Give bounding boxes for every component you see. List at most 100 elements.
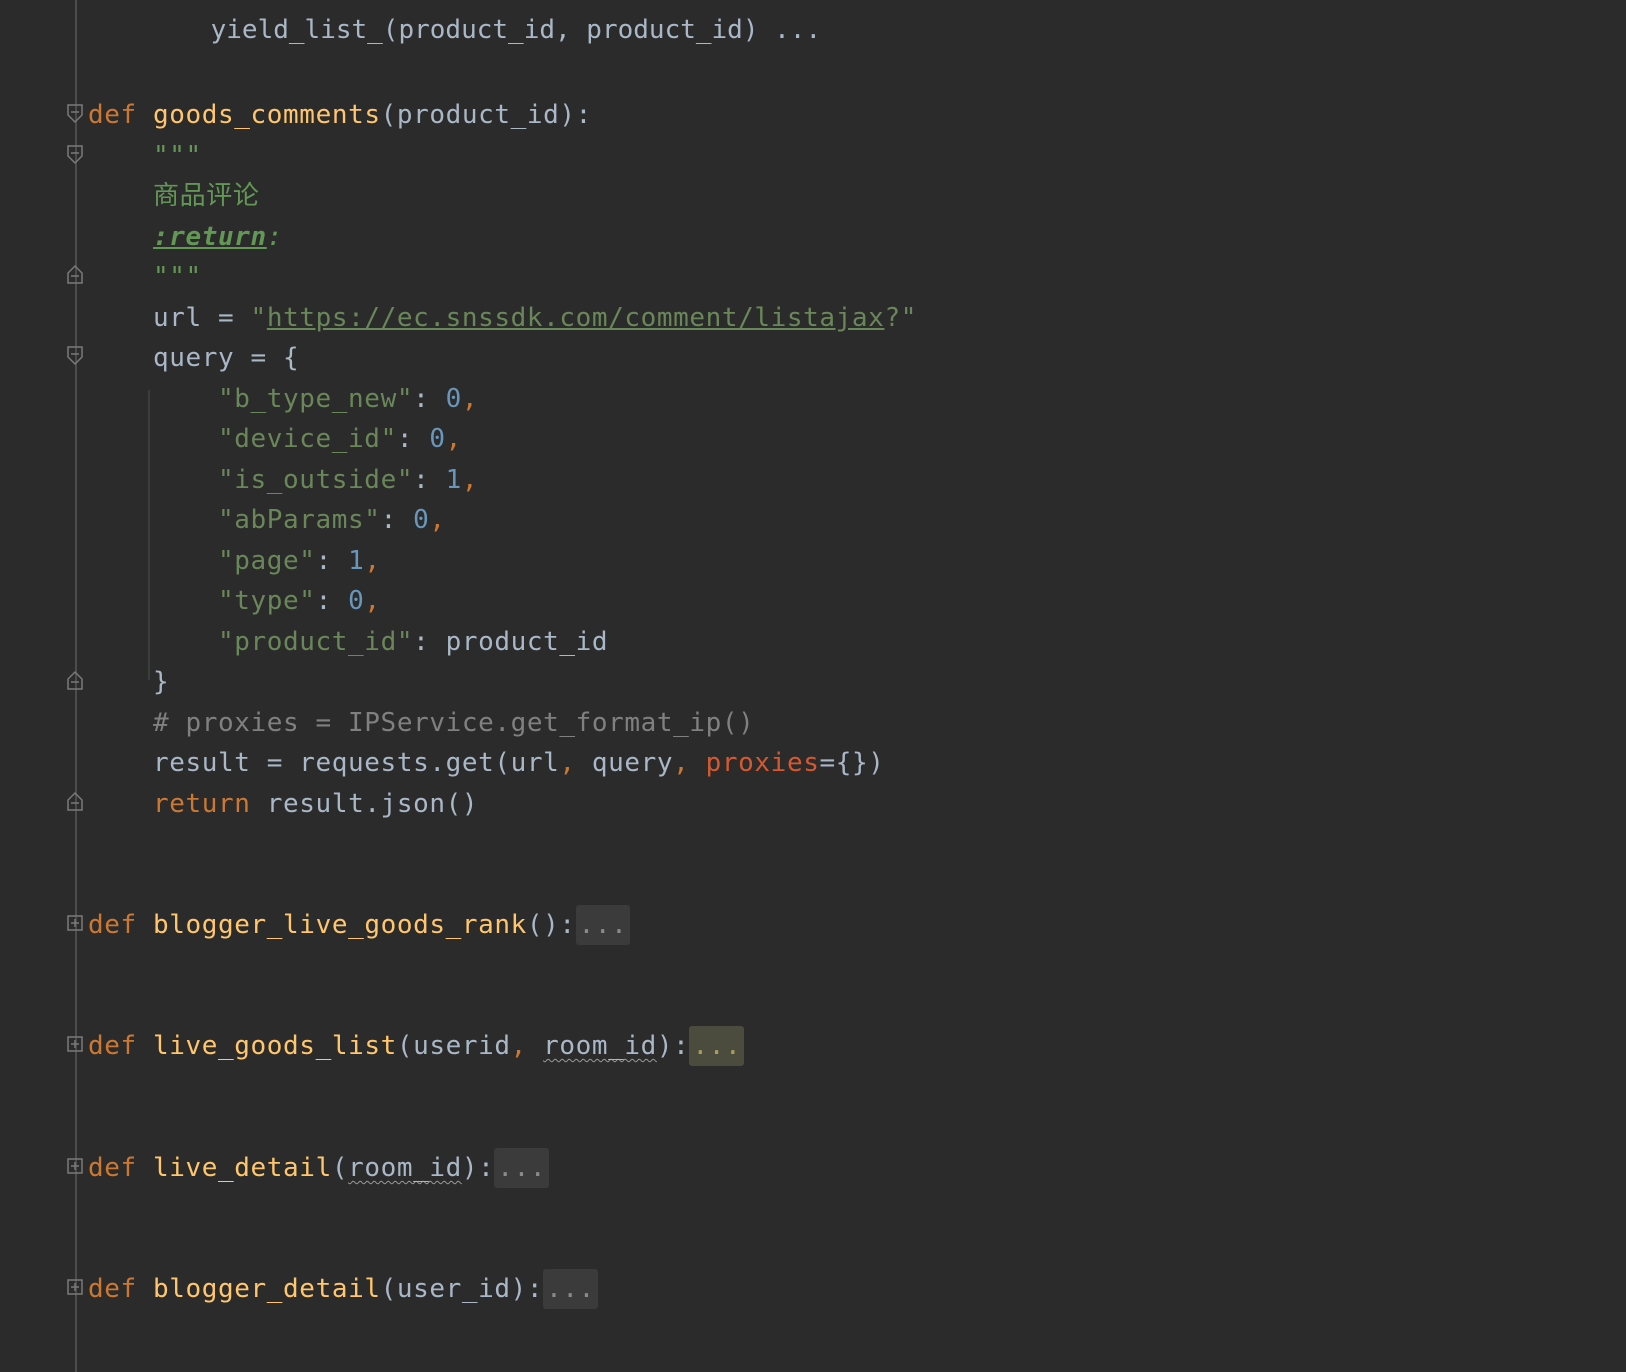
dict-value: product_id [445, 627, 609, 657]
signature: (): [526, 910, 576, 940]
string-quote: " [250, 303, 267, 333]
def-keyword: def [88, 1153, 137, 1183]
fold-expand-icon[interactable] [67, 1036, 83, 1056]
code-line-doc-close[interactable]: """ [88, 257, 202, 297]
code-line-query-open[interactable]: query = { [88, 338, 299, 378]
dict-close: } [153, 667, 170, 697]
docstring-return-tag: :return [153, 222, 267, 252]
dict-value: 0 [445, 384, 462, 414]
dict-open: = { [234, 343, 300, 373]
code-line-def-goods-comments[interactable]: def goods_comments(product_id): [88, 95, 592, 135]
collapsed-body-ellipsis[interactable]: ... [543, 1269, 598, 1309]
fold-collapse-icon[interactable] [67, 145, 83, 165]
fold-collapse-icon[interactable] [67, 346, 83, 366]
comma: , [559, 748, 592, 778]
code-line-doc-open[interactable]: """ [88, 136, 202, 176]
code-line-query-item[interactable]: "product_id": product_id [88, 622, 608, 662]
function-name: live_goods_list [153, 1031, 397, 1061]
fold-collapse-icon[interactable] [67, 104, 83, 124]
function-name: goods_comments [153, 100, 381, 130]
signature-close: ): [656, 1031, 690, 1061]
dict-value: 1 [445, 465, 462, 495]
signature: (userid, [396, 1031, 544, 1061]
function-params: product_id [396, 100, 560, 130]
comma: , [461, 465, 479, 495]
docstring-text: 商品评论 [153, 181, 260, 211]
partial-top-line: yield_list_(product_id, product_id) ... [148, 0, 821, 45]
code-line-query-item[interactable]: "device_id": 0, [88, 419, 462, 459]
code-line-comment[interactable]: # proxies = IPService.get_format_ip() [88, 703, 754, 743]
def-keyword: def [88, 1274, 137, 1304]
docstring-open: """ [153, 141, 202, 171]
unused-param-warning[interactable]: room_id [348, 1153, 462, 1183]
code-line-query-close[interactable]: } [88, 662, 169, 702]
signature-close: ): [559, 100, 592, 130]
dict-value: 0 [413, 505, 430, 535]
fold-end-icon[interactable] [67, 791, 83, 811]
collapsed-body-ellipsis[interactable]: ... [575, 905, 631, 945]
code-line-def-blogger-detail[interactable]: def blogger_detail(user_id):... [88, 1269, 598, 1309]
signature: ( [331, 1153, 349, 1183]
signature: (user_id): [380, 1274, 544, 1304]
code-line-doc-text[interactable]: 商品评论 [88, 176, 259, 216]
dict-value: 0 [429, 424, 446, 454]
return-keyword: return [153, 789, 251, 819]
code-line-query-item[interactable]: "b_type_new": 0, [88, 379, 478, 419]
collapsed-body-ellipsis[interactable]: ... [494, 1148, 550, 1188]
comma: , [461, 384, 479, 414]
function-name: blogger_live_goods_rank [153, 910, 527, 940]
dict-key: "b_type_new" [218, 384, 414, 414]
dict-value: 0 [348, 586, 365, 616]
dict-key: "page" [218, 546, 316, 576]
code-line-doc-return[interactable]: :return: [88, 217, 283, 257]
code-line-return[interactable]: return result.json() [88, 784, 478, 824]
fold-end-icon[interactable] [67, 670, 83, 690]
fold-expand-icon[interactable] [67, 1279, 83, 1299]
partial-top-text: yield_list_(product_id, product_id) ... [210, 15, 822, 45]
dict-key: "is_outside" [218, 465, 414, 495]
docstring-close: """ [153, 262, 202, 292]
code-line-def-live-goods-list[interactable]: def live_goods_list(userid, room_id):... [88, 1026, 745, 1066]
code-line-query-item[interactable]: "type": 0, [88, 581, 381, 621]
docstring-return-colon: : [266, 222, 284, 252]
unused-param-warning[interactable]: room_id [543, 1031, 657, 1061]
string-tail: ?" [884, 303, 917, 333]
function-name: live_detail [153, 1153, 332, 1183]
fold-end-icon[interactable] [67, 264, 83, 284]
def-keyword: def [88, 910, 137, 940]
code-line-def-live-detail[interactable]: def live_detail(room_id):... [88, 1148, 550, 1188]
code-editor[interactable]: yield_list_(product_id, product_id) ... … [0, 0, 1626, 1372]
open-paren: ( [380, 100, 397, 130]
return-expression: result.json() [250, 789, 479, 819]
code-line-query-item[interactable]: "page": 1, [88, 541, 381, 581]
code-line-query-item[interactable]: "abParams": 0, [88, 500, 446, 540]
code-line-result[interactable]: result = requests.get(url, query, proxie… [88, 743, 884, 783]
code-line-query-item[interactable]: "is_outside": 1, [88, 460, 478, 500]
signature-close: ): [461, 1153, 495, 1183]
line-comment: # proxies = IPService.get_format_ip() [153, 708, 755, 738]
dict-key: "abParams" [218, 505, 381, 535]
function-name: blogger_detail [153, 1274, 381, 1304]
fold-expand-icon[interactable] [67, 915, 83, 935]
comma: , [364, 586, 381, 616]
named-argument: proxies [705, 748, 820, 778]
comma: , [364, 546, 381, 576]
code-line-def-blogger-live-goods-rank[interactable]: def blogger_live_goods_rank():... [88, 905, 631, 945]
def-keyword: def [88, 1031, 137, 1061]
def-keyword: def [88, 100, 137, 130]
dict-key: "device_id" [218, 424, 397, 454]
result-query-arg: query [591, 748, 674, 778]
url-variable: url [153, 303, 202, 333]
code-line-url[interactable]: url = "https://ec.snssdk.com/comment/lis… [88, 298, 917, 338]
assign-operator: = [201, 303, 251, 333]
dict-key: "type" [218, 586, 316, 616]
dict-key: "product_id" [218, 627, 414, 657]
fold-expand-icon[interactable] [67, 1158, 83, 1178]
comma: , [429, 505, 446, 535]
url-link[interactable]: https://ec.snssdk.com/comment/listajax [267, 303, 885, 333]
collapsed-body-ellipsis[interactable]: ... [689, 1026, 745, 1066]
query-variable: query [153, 343, 235, 373]
result-assign: result = requests.get(url [153, 748, 560, 778]
comma: , [445, 424, 462, 454]
dict-value: 1 [348, 546, 365, 576]
